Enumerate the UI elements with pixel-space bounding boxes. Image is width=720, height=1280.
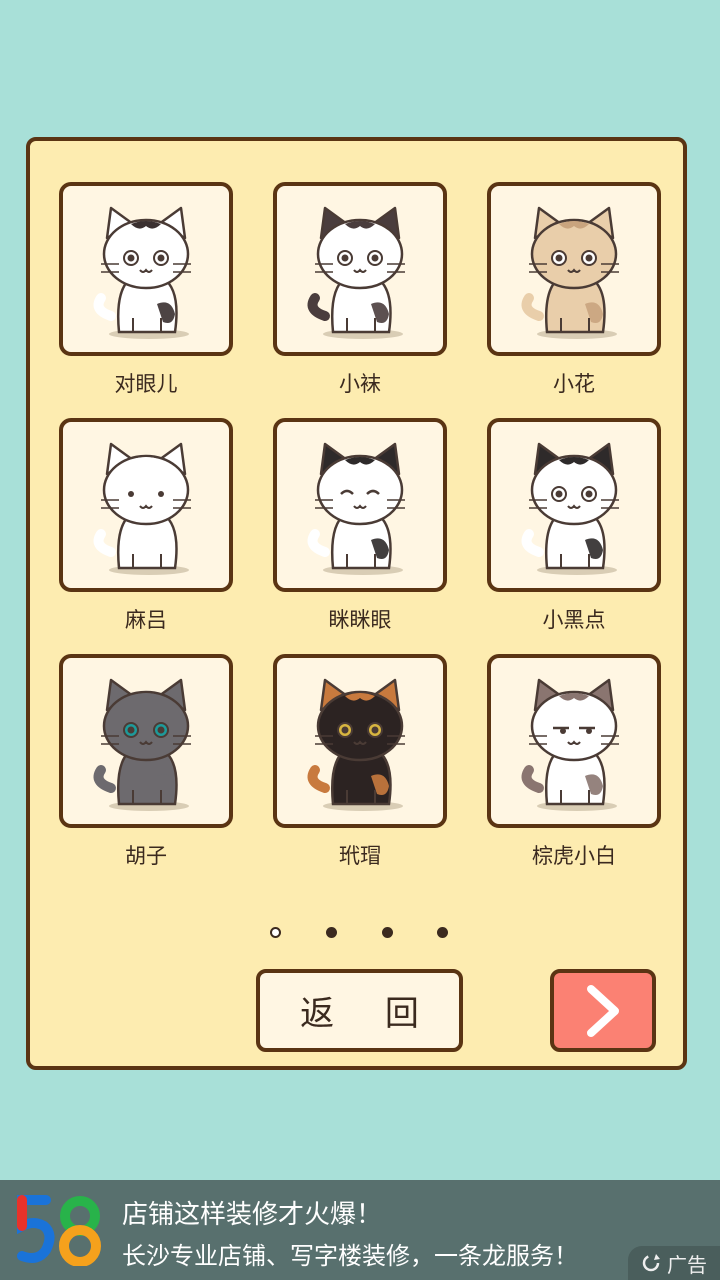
cat-illustration: [521, 678, 619, 811]
ad-text: 长沙专业店铺、写字楼装修，一条龙服务！: [122, 1242, 578, 1270]
cat-portrait[interactable]: [273, 182, 447, 356]
cat-item[interactable]: 小袜: [273, 182, 447, 398]
ad-badge[interactable]: 广告: [628, 1246, 720, 1280]
page-dot-2[interactable]: [326, 927, 337, 938]
cat-name-label: 小黑点: [542, 608, 606, 632]
cat-item[interactable]: 小花: [487, 182, 661, 398]
cat-name-label: 胡子: [125, 844, 167, 868]
cat-name-label: 麻吕: [125, 608, 167, 632]
58-logo-icon: [17, 1195, 101, 1266]
ad-title: 店铺这样装修才火爆！: [122, 1200, 383, 1230]
cat-illustration: [93, 442, 191, 575]
cat-portrait[interactable]: [487, 654, 661, 828]
cat-name-label: 棕虎小白: [532, 844, 616, 868]
cat-name-label: 小花: [553, 372, 595, 396]
cat-portrait[interactable]: [273, 418, 447, 592]
cat-illustration: [93, 678, 191, 811]
page-dot-1[interactable]: [270, 927, 281, 938]
cat-portrait[interactable]: [59, 182, 233, 356]
cat-name-label: 对眼儿: [114, 372, 178, 396]
cat-illustration: [307, 678, 405, 811]
page-indicator: [270, 925, 460, 941]
cat-portrait[interactable]: [59, 654, 233, 828]
cat-portrait[interactable]: [487, 182, 661, 356]
ad-badge-label: 广告: [667, 1252, 707, 1277]
cat-name-label: 眯眯眼: [328, 608, 392, 632]
cat-illustration: [93, 206, 191, 339]
cat-item[interactable]: 对眼儿: [59, 182, 233, 398]
back-button[interactable]: 返 回: [256, 969, 463, 1052]
cat-item[interactable]: 玳瑁: [273, 654, 447, 870]
chevron-right-icon: [587, 984, 619, 1037]
page-dot-3[interactable]: [382, 927, 393, 938]
next-page-button[interactable]: [550, 969, 656, 1052]
cat-item[interactable]: 眯眯眼: [273, 418, 447, 634]
cat-illustration: [307, 442, 405, 575]
cat-item[interactable]: 麻吕: [59, 418, 233, 634]
cat-illustration: [307, 206, 405, 339]
refresh-icon: [642, 1254, 660, 1272]
cat-item[interactable]: 棕虎小白: [487, 654, 661, 870]
back-button-label: 返 回: [300, 994, 439, 1034]
cat-portrait[interactable]: [487, 418, 661, 592]
page-dot-4[interactable]: [437, 927, 448, 938]
cat-portrait[interactable]: [273, 654, 447, 828]
cat-illustration: [521, 442, 619, 575]
ad-banner[interactable]: 店铺这样装修才火爆！ 长沙专业店铺、写字楼装修，一条龙服务！: [0, 1180, 720, 1280]
cat-item[interactable]: 小黑点: [487, 418, 661, 634]
cat-illustration: [521, 206, 619, 339]
cat-name-label: 玳瑁: [339, 844, 381, 868]
cat-portrait[interactable]: [59, 418, 233, 592]
cat-item[interactable]: 胡子: [59, 654, 233, 870]
cat-name-label: 小袜: [339, 372, 381, 396]
